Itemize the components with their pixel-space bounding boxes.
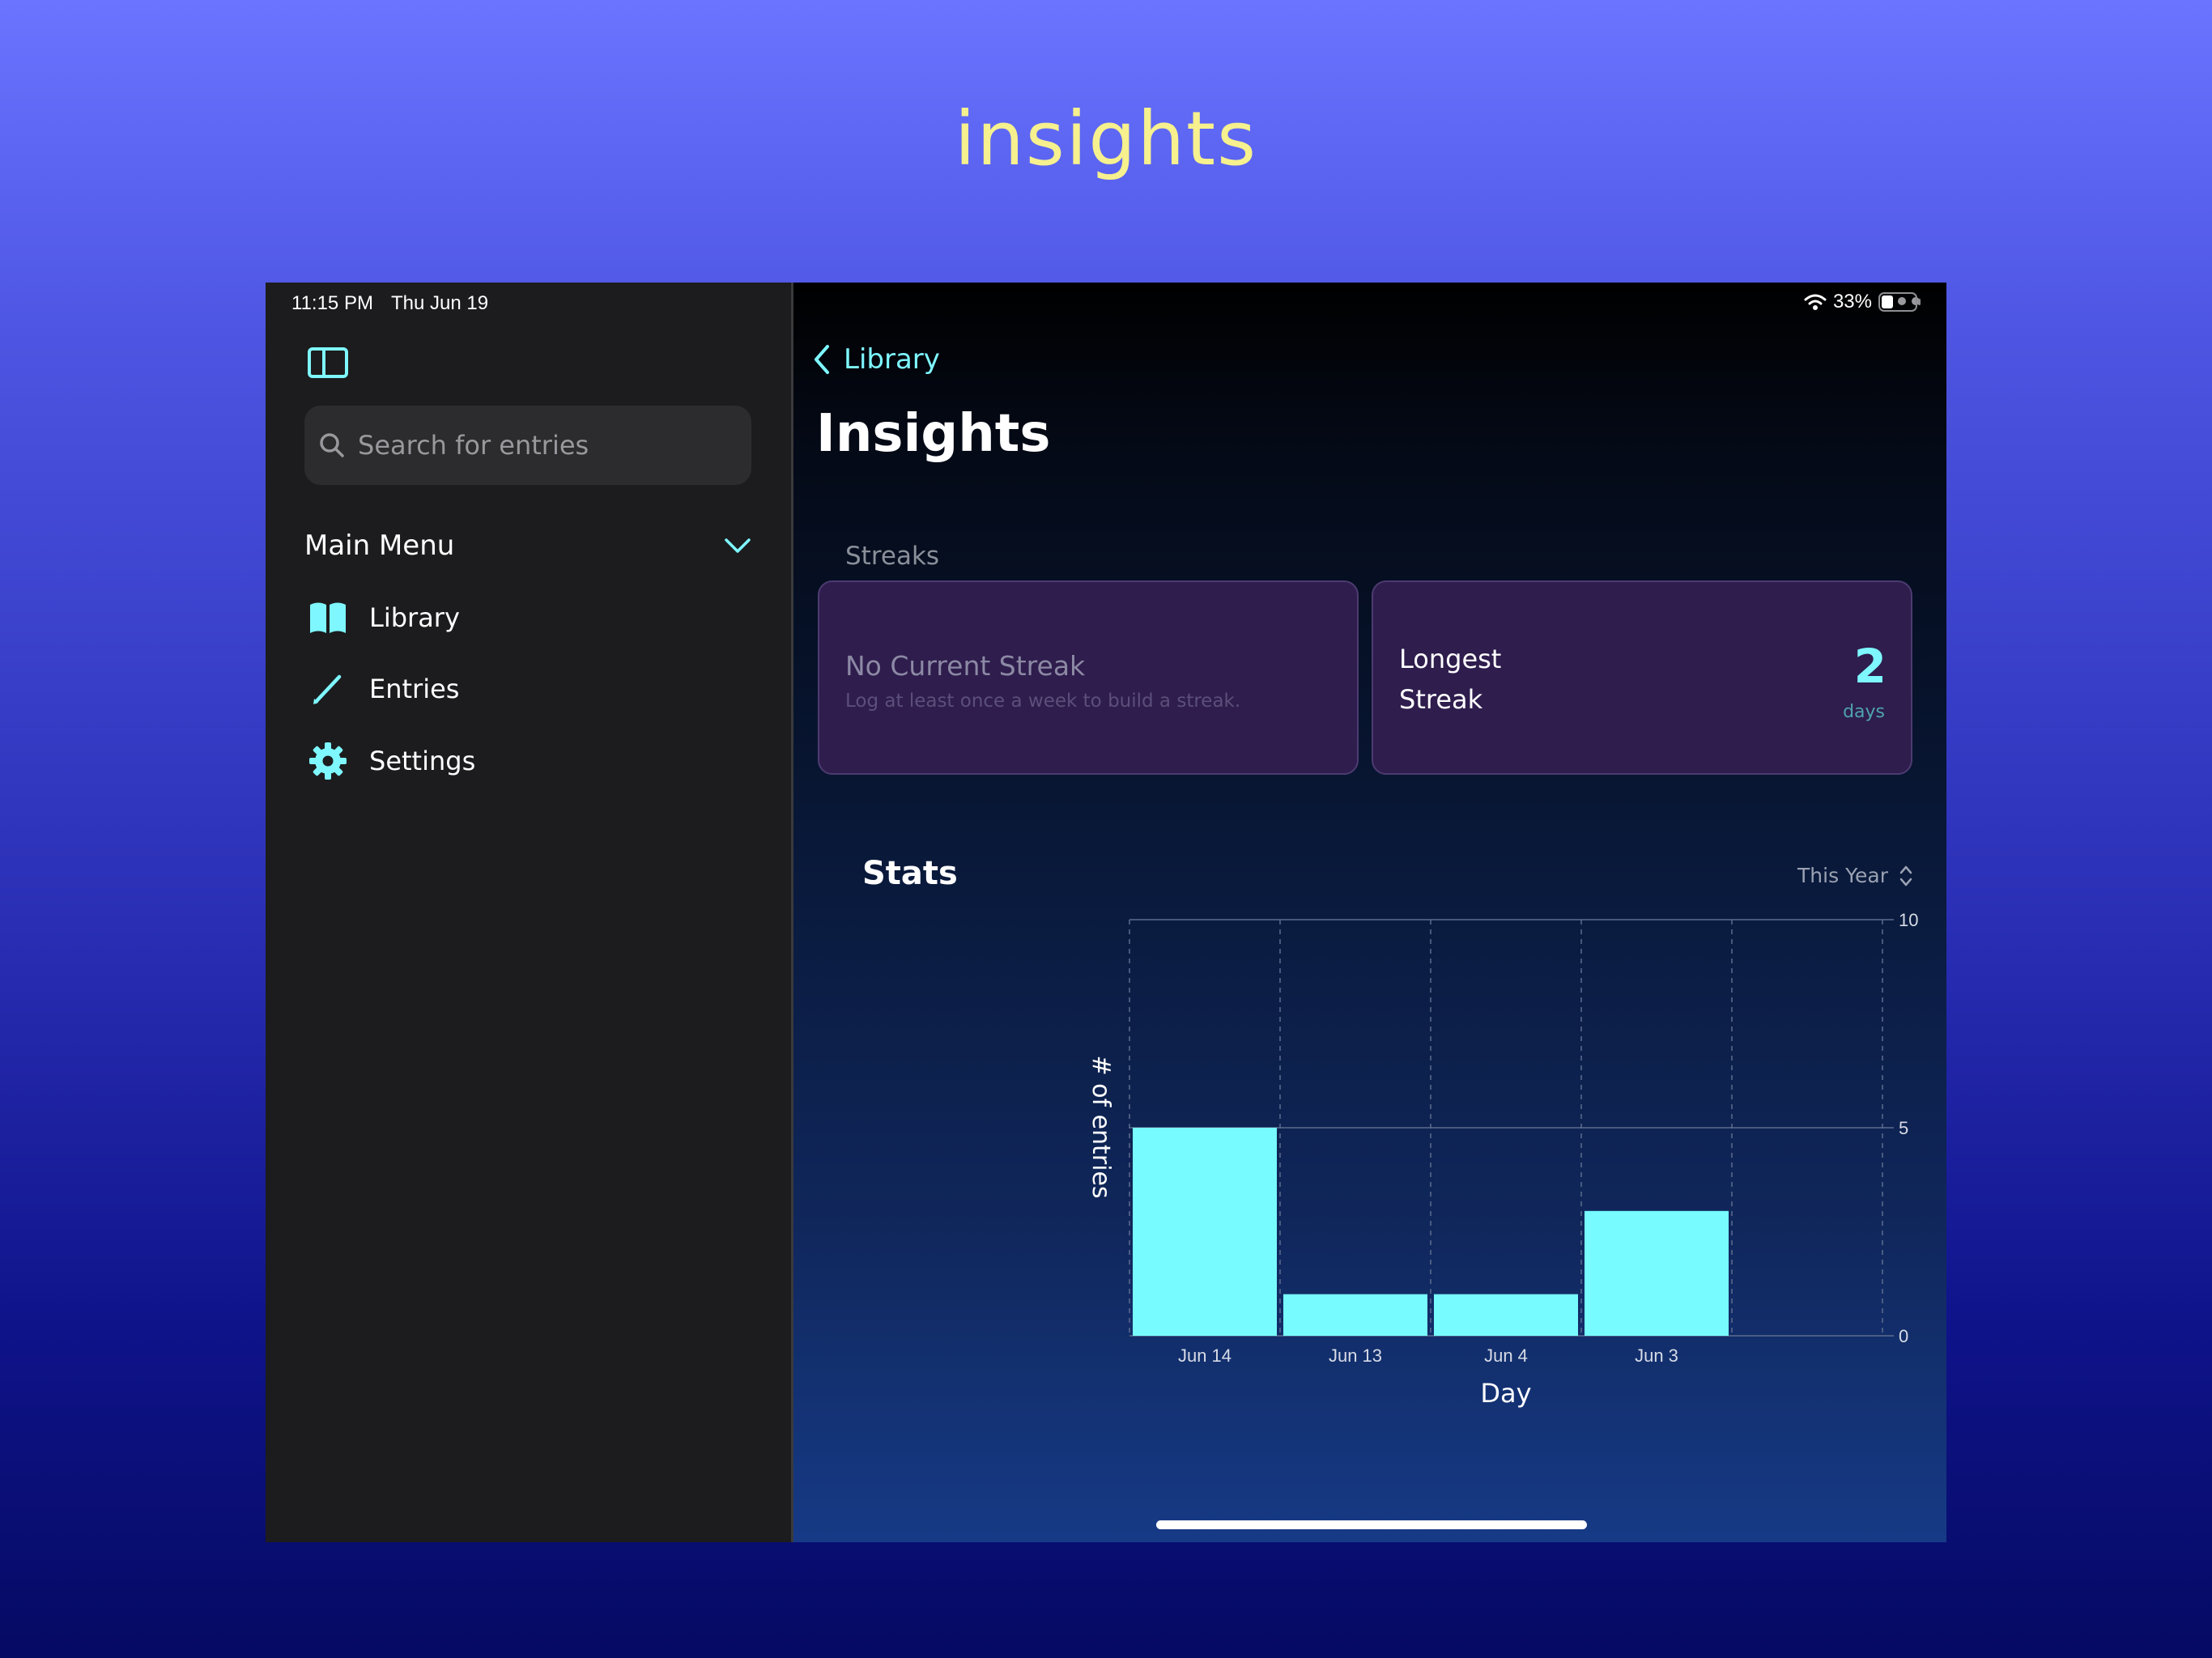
- sidebar-item-library[interactable]: Library: [308, 589, 745, 646]
- x-tick-label: Jun 13: [1329, 1346, 1382, 1366]
- chevron-down-icon: [725, 538, 751, 553]
- main-menu-label: Main Menu: [304, 529, 455, 562]
- y-tick-label: 5: [1899, 1118, 1908, 1138]
- pencil-icon: [313, 674, 342, 704]
- sidebar-item-settings[interactable]: Settings: [308, 733, 745, 789]
- y-tick-label: 10: [1899, 910, 1918, 930]
- sidebar-item-entries[interactable]: Entries: [308, 661, 745, 717]
- y-tick-label: 0: [1899, 1326, 1908, 1346]
- x-tick-label: Jun 14: [1178, 1346, 1231, 1366]
- status-date: Thu Jun 19: [390, 292, 489, 314]
- status-time: 11:15 PM Thu Jun 19: [291, 292, 488, 315]
- promo-title: insights: [954, 96, 1258, 182]
- bar-jun-3: [1585, 1210, 1729, 1336]
- sidebar-item-label: Entries: [369, 674, 460, 704]
- search-icon: [320, 433, 344, 457]
- sidebar: 11:15 PM Thu Jun 19 Main Menu Library: [266, 283, 793, 1542]
- sidebar-item-label: Library: [369, 602, 460, 633]
- x-tick-label: Jun 4: [1484, 1346, 1528, 1366]
- status-clock: 11:15 PM: [291, 292, 373, 314]
- home-indicator[interactable]: [1156, 1520, 1587, 1529]
- ipad-screen: 11:15 PM Thu Jun 19 Main Menu Library: [266, 283, 1946, 1542]
- book-icon: [310, 602, 346, 633]
- insights-pane: 33% Library Insights Streaks No Current …: [793, 283, 1946, 1542]
- y-axis-title: # of entries: [1087, 1055, 1115, 1198]
- main-menu-header[interactable]: Main Menu: [304, 525, 751, 566]
- bar-jun-14: [1133, 1128, 1277, 1336]
- sidebar-toggle-icon[interactable]: [308, 347, 348, 378]
- bar-jun-4: [1434, 1294, 1578, 1336]
- sidebar-item-label: Settings: [369, 746, 476, 776]
- entries-bar-chart: 0 5 10 Jun 14 Jun 13 Jun 4 Jun 3 Day # of entrie…: [1087, 910, 1918, 1409]
- search-input[interactable]: [356, 429, 751, 461]
- x-tick-label: Jun 3: [1635, 1346, 1678, 1366]
- bar-jun-13: [1283, 1294, 1427, 1336]
- gear-icon: [309, 742, 347, 780]
- x-axis-title: Day: [1480, 1378, 1531, 1409]
- search-bar[interactable]: [304, 406, 751, 485]
